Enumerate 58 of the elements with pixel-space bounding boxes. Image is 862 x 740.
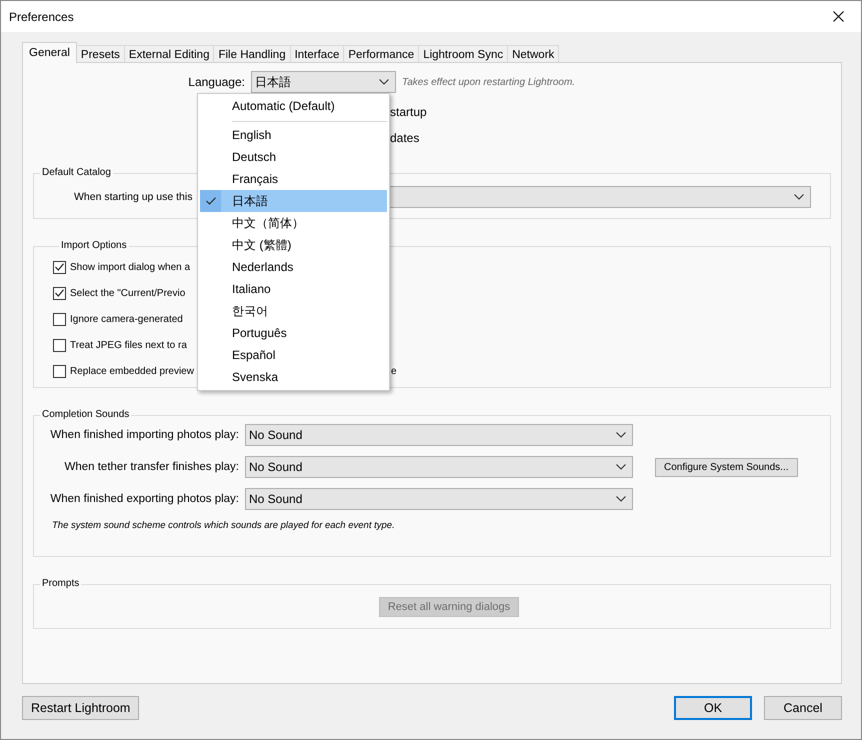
caret-icon xyxy=(616,496,626,502)
checkbox-label: Replace embedded preview xyxy=(69,366,195,376)
caret-icon xyxy=(379,79,389,85)
group-title: Default Catalog xyxy=(41,167,112,179)
close-icon xyxy=(832,11,844,22)
tab[interactable]: File Handling xyxy=(213,45,291,63)
checkbox[interactable] xyxy=(53,338,66,352)
menu-item[interactable]: Italiano xyxy=(200,278,387,300)
dialog-button[interactable]: Cancel xyxy=(764,696,842,720)
menu-item[interactable]: Nederlands xyxy=(200,256,387,278)
menu-item[interactable]: 日本語 xyxy=(200,190,387,212)
menu-item[interactable]: 中文 (繁體) xyxy=(200,234,387,256)
restart-button[interactable]: Restart Lightroom xyxy=(22,696,140,720)
tab[interactable]: Network xyxy=(507,45,560,63)
group-title: Import Options xyxy=(60,240,128,252)
sound-dropdown[interactable]: No Sound xyxy=(245,456,633,478)
group-title: Prompts xyxy=(41,578,80,590)
language-note: Takes effect upon restarting Lightroom. xyxy=(402,76,576,88)
menu-item[interactable]: 中文（简体） xyxy=(200,212,387,234)
window-title: Preferences xyxy=(9,10,74,24)
sound-label: When finished importing photos play: xyxy=(49,429,240,441)
checkbox[interactable] xyxy=(53,286,66,300)
tab[interactable]: Lightroom Sync xyxy=(418,45,508,63)
language-dropdown[interactable]: 日本語 xyxy=(251,71,396,93)
setting-label: startup xyxy=(390,105,427,119)
configure-sounds-button[interactable]: Configure System Sounds... xyxy=(655,458,798,476)
dialog-button[interactable]: OK xyxy=(674,696,752,720)
sound-label: When tether transfer finishes play: xyxy=(64,461,240,473)
menu-item[interactable]: Deutsch xyxy=(200,146,387,168)
checkbox[interactable] xyxy=(53,312,66,326)
checkbox-label: Ignore camera-generated xyxy=(69,314,184,324)
menu-item[interactable]: Svenska xyxy=(200,366,387,388)
caret-icon xyxy=(616,464,626,470)
sound-note: The system sound scheme controls which sounds are played for each event type. xyxy=(52,520,396,531)
menu-item[interactable]: Automatic (Default) xyxy=(200,95,387,117)
menu-item[interactable]: Español xyxy=(200,344,387,366)
menu-item[interactable]: English xyxy=(200,124,387,146)
check-icon xyxy=(206,197,216,205)
checkbox[interactable] xyxy=(53,364,66,378)
catalog-label: When starting up use this xyxy=(74,190,192,202)
setting-label: dates xyxy=(390,131,420,145)
checkbox[interactable] xyxy=(53,260,66,274)
menu-item[interactable]: 한국어 xyxy=(200,300,387,322)
checkbox-label: Treat JPEG files next to ra xyxy=(69,340,188,350)
menu-item[interactable]: Português xyxy=(200,322,387,344)
checkbox-label: e xyxy=(390,366,398,376)
sound-dropdown[interactable]: No Sound xyxy=(245,488,633,510)
sound-label: When finished exporting photos play: xyxy=(49,493,240,505)
sound-dropdown[interactable]: No Sound xyxy=(245,424,633,446)
tab[interactable]: External Editing xyxy=(124,45,214,63)
menu-item[interactable]: Français xyxy=(200,168,387,190)
group-title: Completion Sounds xyxy=(41,409,130,421)
caret-icon xyxy=(616,432,626,438)
language-label: Language: xyxy=(187,75,246,89)
checkbox-label: Select the "Current/Previo xyxy=(69,288,186,298)
checkbox-label: Show import dialog when a xyxy=(69,262,192,272)
caret-icon xyxy=(794,194,804,200)
tab[interactable]: General xyxy=(22,42,77,63)
